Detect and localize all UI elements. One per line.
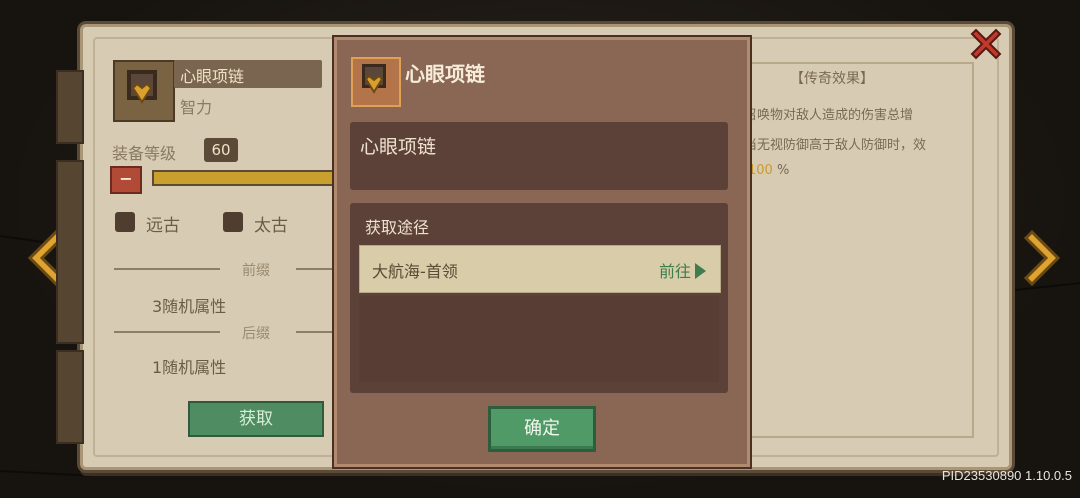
- confirm-button[interactable]: 确定: [488, 406, 596, 452]
- prefix-divider: [296, 268, 334, 270]
- filter-label-primal: 太古: [254, 216, 288, 236]
- suffix-divider: [296, 331, 334, 333]
- necklace-icon: [127, 70, 157, 104]
- filter-checkbox-ancient[interactable]: [115, 212, 135, 232]
- legendary-value-number: 100: [748, 163, 773, 178]
- obtain-button[interactable]: 获取: [188, 401, 324, 437]
- prefix-divider: [114, 268, 220, 270]
- goto-label: 前往: [658, 262, 691, 281]
- level-label: 装备等级: [112, 144, 177, 163]
- legendary-value-unit: %: [776, 163, 790, 178]
- card-side-tab: [56, 350, 84, 444]
- goto-link[interactable]: 前往: [659, 258, 706, 282]
- level-value: 60: [204, 138, 238, 162]
- play-arrow-icon: [695, 263, 706, 279]
- dialog-item-icon-frame: [351, 57, 401, 107]
- close-icon[interactable]: [968, 26, 1004, 62]
- prefix-value: 3随机属性: [152, 297, 227, 316]
- filter-checkbox-primal[interactable]: [223, 212, 243, 232]
- source-name: 大航海-首领: [372, 262, 458, 281]
- version-label: PID23530890 1.10.0.5: [941, 468, 1072, 483]
- next-arrow-icon[interactable]: [1024, 228, 1062, 288]
- dialog-info-text: 心眼项链: [360, 136, 437, 158]
- card-side-tab: [56, 70, 84, 144]
- level-slider[interactable]: [152, 170, 340, 186]
- filter-label-ancient: 远古: [146, 216, 180, 236]
- dialog-title: 心眼项链: [405, 62, 485, 86]
- suffix-divider: [114, 331, 220, 333]
- legendary-effect-title: 【传奇效果】: [790, 71, 874, 87]
- necklace-icon: [362, 64, 386, 94]
- source-row[interactable]: 大航海-首领 前往: [359, 245, 721, 293]
- legendary-effect-line: 当无视防御高于敌人防御时，效: [744, 138, 927, 153]
- item-name: 心眼项链: [180, 67, 245, 86]
- item-attribute: 智力: [180, 98, 213, 117]
- prefix-label: 前缀: [242, 263, 270, 279]
- source-list-empty-area: [359, 296, 719, 382]
- source-section-label: 获取途径: [365, 218, 430, 237]
- suffix-value: 1随机属性: [152, 358, 227, 377]
- legendary-effect-value: 100 %: [748, 163, 789, 178]
- legendary-effect-line: 召唤物对敌人造成的伤害总增: [744, 108, 914, 123]
- item-icon-frame: [113, 60, 175, 122]
- level-decrease-button[interactable]: −: [110, 166, 142, 194]
- card-side-tab: [56, 160, 84, 344]
- suffix-label: 后缀: [242, 326, 270, 342]
